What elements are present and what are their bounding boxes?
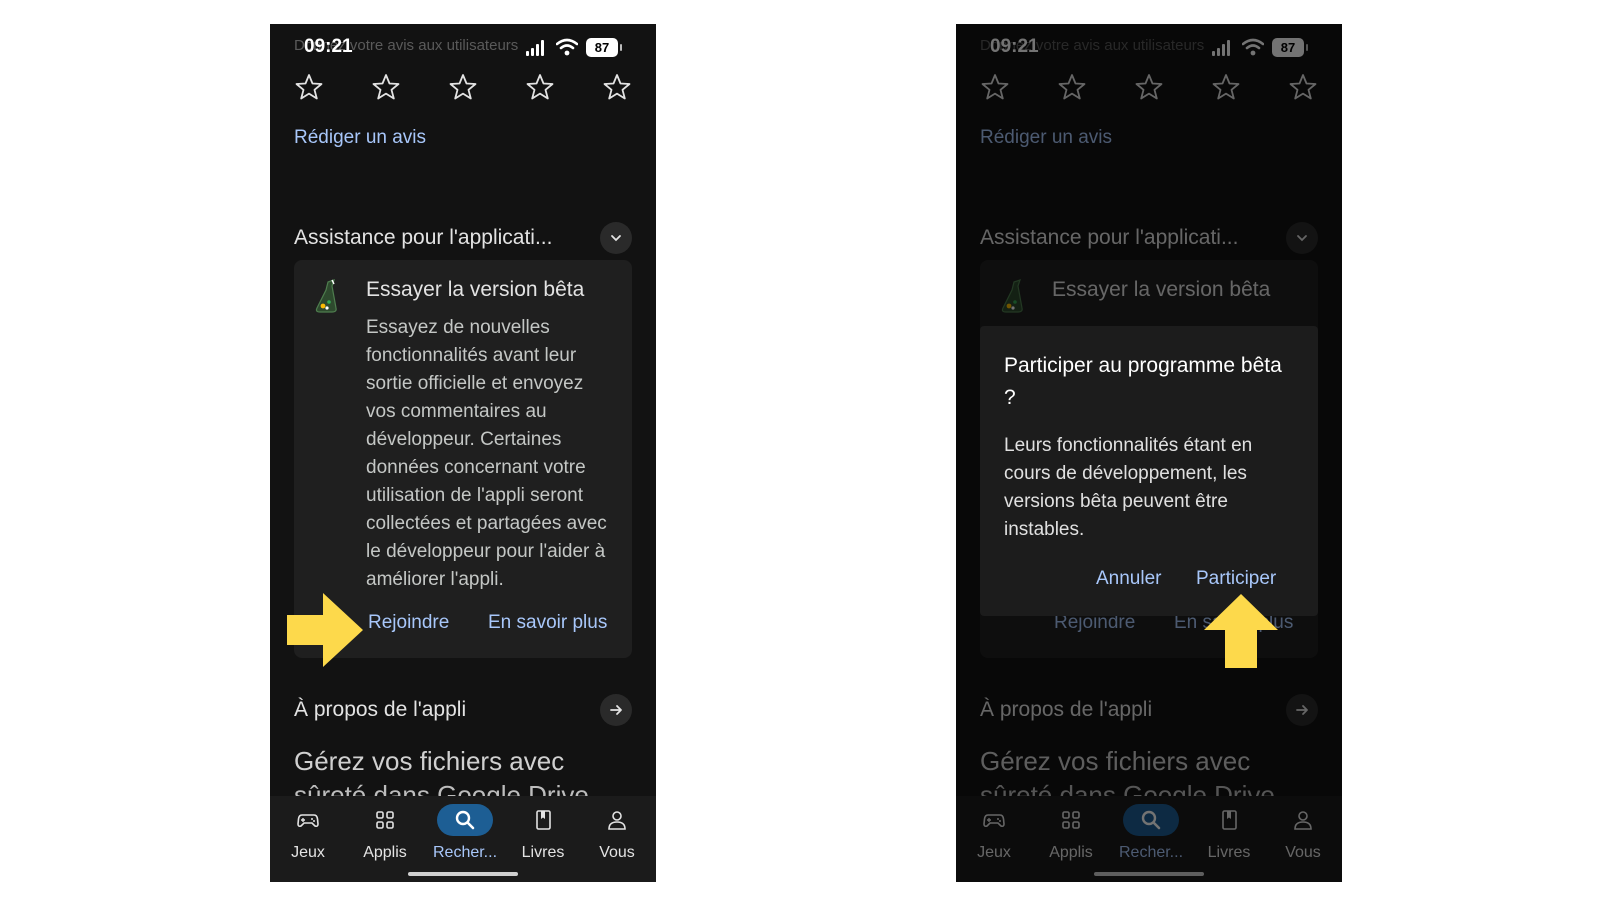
app-support-section[interactable]: Assistance pour l'applicati...: [294, 220, 632, 256]
flask-icon: [315, 279, 337, 313]
about-app-title: À propos de l'appli: [294, 698, 467, 721]
expand-button[interactable]: [600, 222, 632, 254]
phone-screen-beta-dialog: Donnez votre avis aux utilisateurs 09:21…: [956, 24, 1342, 882]
apps-grid-icon: [376, 811, 394, 829]
nav-item-apps[interactable]: Applis: [348, 804, 422, 861]
learn-more-button[interactable]: En savoir plus: [488, 612, 607, 634]
join-beta-dialog: Participer au programme bêta ? Leurs fon…: [980, 326, 1318, 616]
arrow-up-annotation-icon: [1204, 594, 1278, 668]
dialog-actions: Annuler Participer: [980, 568, 1318, 594]
star-icon[interactable]: [448, 72, 478, 102]
nav-item-search[interactable]: Recher...: [424, 804, 506, 861]
star-icon[interactable]: [294, 72, 324, 102]
nav-label: Jeux: [291, 844, 325, 861]
person-icon: [608, 811, 626, 830]
star-rating[interactable]: [294, 72, 632, 104]
about-app-section[interactable]: À propos de l'appli: [294, 692, 632, 728]
join-beta-button[interactable]: Rejoindre: [368, 612, 449, 634]
status-time: 09:21: [304, 36, 353, 57]
bottom-navigation: Jeux Applis Recher... Livres Vous: [270, 796, 656, 882]
nav-item-books[interactable]: Livres: [506, 804, 580, 861]
chevron-down-icon: [611, 235, 621, 242]
open-about-button[interactable]: [600, 694, 632, 726]
arrow-right-icon: [610, 705, 622, 715]
wifi-icon: [556, 38, 578, 56]
nav-label: Vous: [599, 844, 635, 861]
beta-card-actions: Rejoindre En savoir plus: [366, 612, 626, 636]
cancel-button[interactable]: Annuler: [1096, 568, 1162, 590]
battery-icon: 87: [586, 38, 622, 57]
nav-item-account[interactable]: Vous: [580, 804, 654, 861]
about-app-description: Gérez vos fichiers avec: [294, 746, 565, 776]
beta-card-title: Essayer la version bêta: [366, 278, 585, 301]
nav-label: Recher...: [432, 844, 498, 861]
nav-label: Applis: [363, 844, 407, 861]
participate-button[interactable]: Participer: [1196, 568, 1276, 590]
gamepad-icon: [297, 814, 319, 828]
nav-item-games[interactable]: Jeux: [270, 804, 346, 861]
book-icon: [536, 810, 551, 830]
dialog-title: Participer au programme bêta ?: [1004, 354, 1282, 409]
search-icon: [455, 810, 475, 830]
home-indicator[interactable]: [408, 872, 518, 876]
star-icon[interactable]: [371, 72, 401, 102]
status-bar: Donnez votre avis aux utilisateurs 09:21…: [270, 36, 656, 60]
dialog-message: Leurs fonctionnalités étant en cours de …: [1004, 435, 1253, 540]
app-support-title: Assistance pour l'applicati...: [294, 226, 553, 249]
beta-card-description: Essayez de nouvelles fonctionnalités ava…: [366, 317, 607, 590]
arrow-right-annotation-icon: [287, 593, 363, 667]
star-icon[interactable]: [602, 72, 632, 102]
star-icon[interactable]: [525, 72, 555, 102]
write-review-link[interactable]: Rédiger un avis: [294, 127, 426, 149]
signal-icon: [526, 40, 548, 56]
phone-screen-beta-card: Donnez votre avis aux utilisateurs 09:21…: [270, 24, 656, 882]
